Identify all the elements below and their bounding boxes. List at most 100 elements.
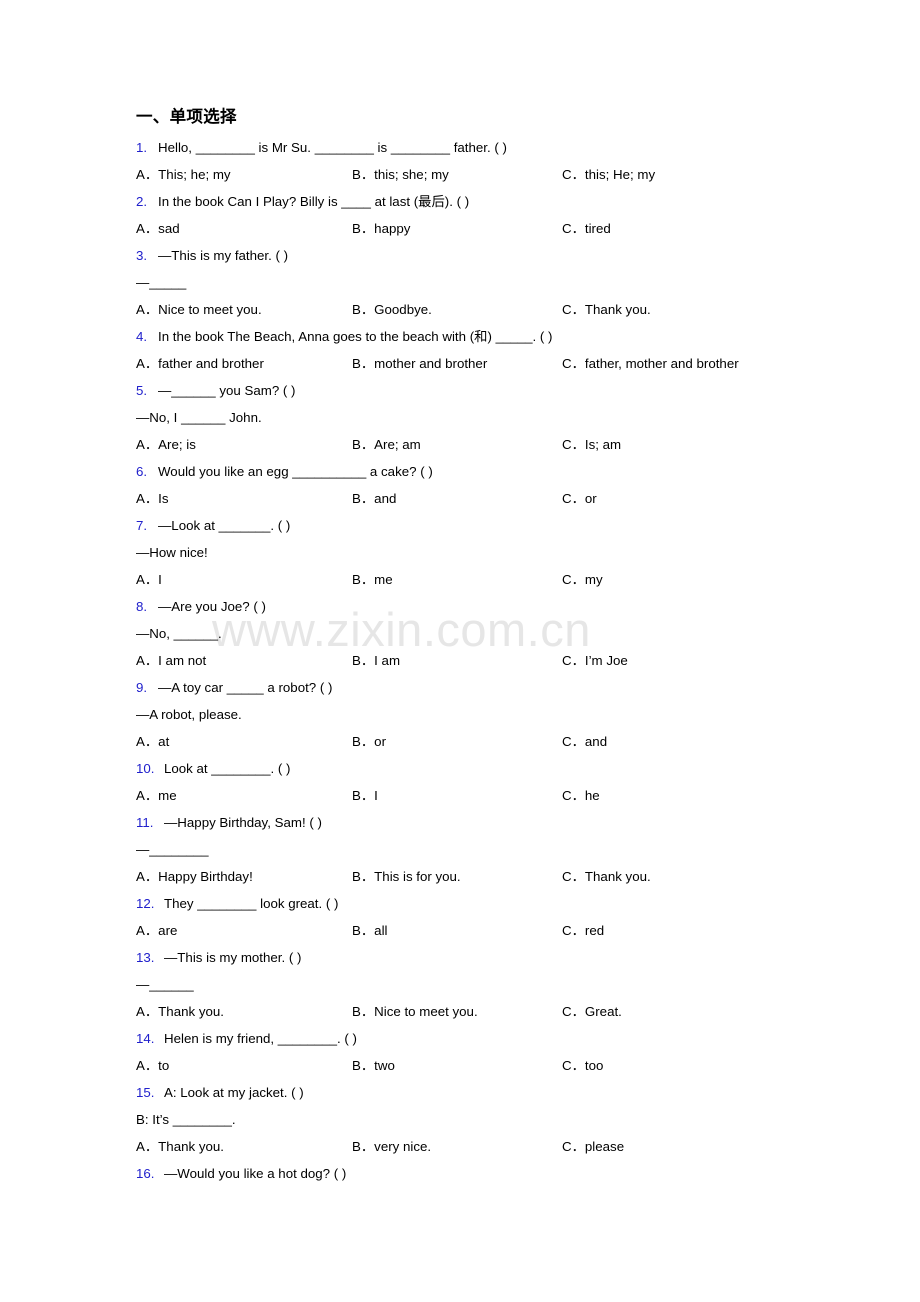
answer-option[interactable]: A．Is (136, 485, 169, 512)
answer-option[interactable]: C．Is; am (562, 431, 621, 458)
option-text: me (374, 572, 393, 587)
answer-option[interactable]: A．sad (136, 215, 180, 242)
option-letter: B． (352, 1004, 375, 1019)
answer-option[interactable]: C．Thank you. (562, 863, 651, 890)
answer-option[interactable]: B．Nice to meet you. (352, 998, 478, 1025)
answer-option[interactable]: B．two (352, 1052, 395, 1079)
answer-option[interactable]: B．this; she; my (352, 161, 449, 188)
option-row: A．I am not B．I am C．I’m Joe (136, 647, 836, 674)
question-text: —Look at _______. ( ) (158, 518, 291, 533)
answer-option[interactable]: B．Are; am (352, 431, 421, 458)
option-text: father and brother (158, 356, 264, 371)
question-block: 15. A: Look at my jacket. ( ) B: It’s ____… (136, 1079, 836, 1160)
option-letter: A． (136, 167, 159, 182)
answer-option[interactable]: A．I (136, 566, 162, 593)
answer-option[interactable]: A．I am not (136, 647, 206, 674)
answer-option[interactable]: C．too (562, 1052, 603, 1079)
answer-option[interactable]: C．he (562, 782, 600, 809)
answer-option[interactable]: A．are (136, 917, 177, 944)
answer-option[interactable]: A．to (136, 1052, 169, 1079)
option-letter: B． (352, 167, 375, 182)
question-block: 12. They ________ look great. ( ) A．are B．a… (136, 890, 836, 944)
question-text: In the book Can I Play? Billy is ____ at… (158, 194, 470, 209)
answer-option[interactable]: B．mother and brother (352, 350, 487, 377)
option-letter: C． (562, 491, 585, 506)
option-text: Great. (584, 1004, 622, 1019)
option-text: at (158, 734, 170, 749)
question-number: 8. (136, 599, 148, 614)
question-number: 7. (136, 518, 148, 533)
option-letter: B． (352, 221, 375, 236)
answer-option[interactable]: A．father and brother (136, 350, 264, 377)
answer-option[interactable]: B．me (352, 566, 393, 593)
option-text: Goodbye. (374, 302, 432, 317)
question-block: 4. In the book The Beach, Anna goes to th… (136, 323, 836, 377)
answer-option[interactable]: C．my (562, 566, 603, 593)
option-row: A．Is B．and C．or (136, 485, 836, 512)
option-row: A．Happy Birthday! B．This is for you. C．Tha… (136, 863, 836, 890)
question-text: —A toy car _____ a robot? ( ) (158, 680, 333, 695)
option-letter: A． (136, 572, 159, 587)
option-text: happy (374, 221, 411, 236)
question-stem-line: 6. Would you like an egg __________ a cak… (136, 458, 836, 485)
answer-option[interactable]: B．or (352, 728, 386, 755)
answer-option[interactable]: C．red (562, 917, 604, 944)
answer-option[interactable]: B．This is for you. (352, 863, 461, 890)
option-letter: C． (562, 572, 585, 587)
question-number: 16. (136, 1166, 155, 1181)
option-letter: A． (136, 1058, 159, 1073)
option-text: Nice to meet you. (374, 1004, 478, 1019)
answer-option[interactable]: C．Thank you. (562, 296, 651, 323)
answer-option[interactable]: B．happy (352, 215, 410, 242)
answer-option[interactable]: A．Thank you. (136, 1133, 224, 1160)
answer-option[interactable]: A．at (136, 728, 169, 755)
answer-option[interactable]: C．or (562, 485, 597, 512)
answer-option[interactable]: B．I (352, 782, 378, 809)
answer-option[interactable]: A．This; he; my (136, 161, 231, 188)
question-number: 4. (136, 329, 148, 344)
answer-option[interactable]: A．Happy Birthday! (136, 863, 253, 890)
option-letter: B． (352, 572, 375, 587)
answer-option[interactable]: A．Thank you. (136, 998, 224, 1025)
answer-option[interactable]: C．tired (562, 215, 611, 242)
option-row: A．to B．two C．too (136, 1052, 836, 1079)
question-stem-line: 9. —A toy car _____ a robot? ( ) (136, 674, 836, 701)
section-heading: 一、单项选择 (136, 108, 237, 126)
option-text: Are; is (158, 437, 196, 452)
question-text: —Are you Joe? ( ) (158, 599, 266, 614)
question-number: 15. (136, 1085, 155, 1100)
question-continuation-line: B: It’s ________. (136, 1112, 236, 1127)
question-text: —Happy Birthday, Sam! ( ) (164, 815, 322, 830)
option-text: This is for you. (374, 869, 461, 884)
answer-option[interactable]: C．please (562, 1133, 624, 1160)
question-block: 3. —This is my father. ( ) —_____ A．Nice to… (136, 242, 836, 323)
answer-option[interactable]: B．very nice. (352, 1133, 431, 1160)
question-number: 9. (136, 680, 148, 695)
answer-option[interactable]: B．I am (352, 647, 400, 674)
answer-option[interactable]: B．and (352, 485, 396, 512)
option-row: A．Thank you. B．Nice to meet you. C．Great. (136, 998, 836, 1025)
option-text: This; he; my (158, 167, 231, 182)
answer-option[interactable]: B．Goodbye. (352, 296, 432, 323)
answer-option[interactable]: A．Are; is (136, 431, 196, 458)
question-stem-line: 1. Hello, ________ is Mr Su. ________ is … (136, 134, 836, 161)
answer-option[interactable]: A．me (136, 782, 177, 809)
option-text: or (584, 491, 597, 506)
answer-option[interactable]: C．and (562, 728, 607, 755)
worksheet-content: 一、单项选择 1. Hello, ________ is Mr Su. _____… (136, 106, 836, 1187)
option-letter: A． (136, 356, 159, 371)
answer-option[interactable]: C．I’m Joe (562, 647, 628, 674)
option-row: A．sad B．happy C．tired (136, 215, 836, 242)
option-text: Is (158, 491, 169, 506)
answer-option[interactable]: C．Great. (562, 998, 622, 1025)
question-number: 3. (136, 248, 148, 263)
question-continuation-line: —______ (136, 977, 194, 992)
answer-option[interactable]: C．this; He; my (562, 161, 655, 188)
option-text: Thank you. (158, 1139, 224, 1154)
answer-option[interactable]: A．Nice to meet you. (136, 296, 262, 323)
question-block: 11. —Happy Birthday, Sam! ( ) —________ A．H… (136, 809, 836, 890)
question-continuation-line: —_____ (136, 275, 187, 290)
option-row: A．are B．all C．red (136, 917, 836, 944)
answer-option[interactable]: B．all (352, 917, 387, 944)
answer-option[interactable]: C．father, mother and brother (562, 350, 739, 377)
